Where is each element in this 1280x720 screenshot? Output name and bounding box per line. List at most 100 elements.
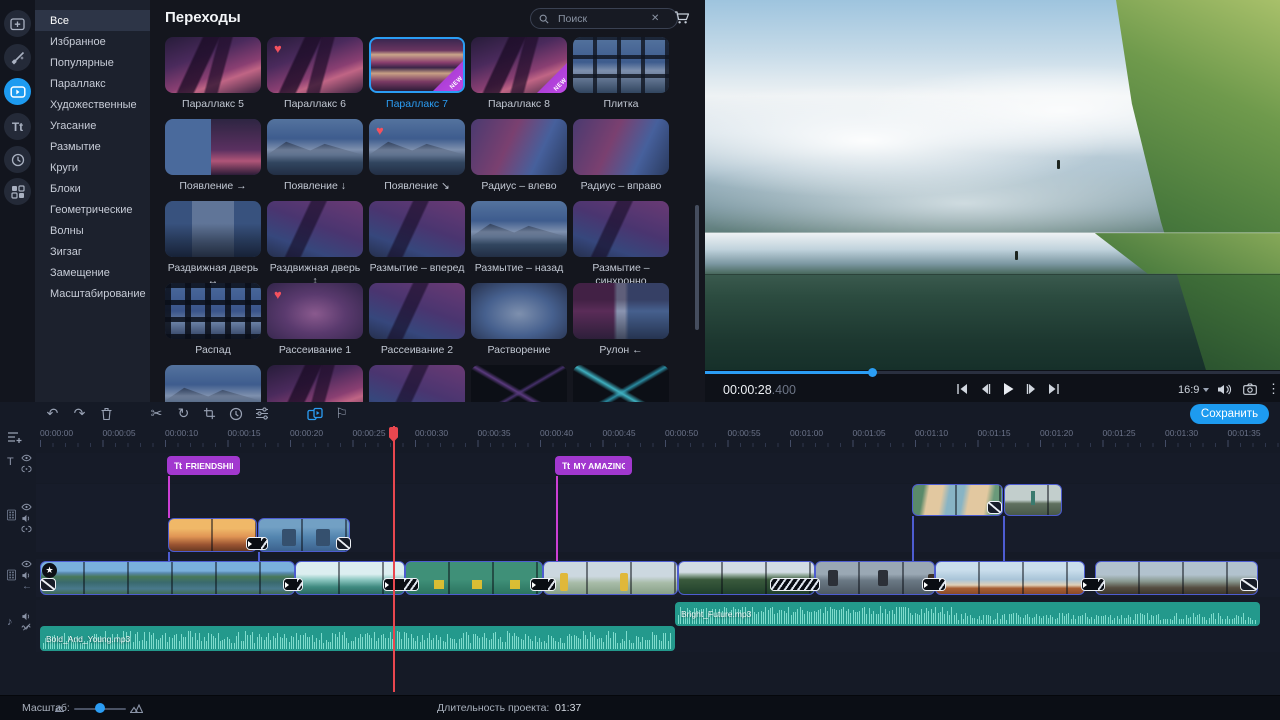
transition-tile[interactable]: NEWПараллакс 8: [471, 37, 567, 119]
transition-tile[interactable]: Раздвижная дверь ↔: [165, 201, 261, 283]
more-menu-icon[interactable]: ⋮: [1267, 381, 1280, 397]
aspect-ratio-dropdown[interactable]: 16:9: [1178, 384, 1209, 396]
transition-tile[interactable]: Появление →: [165, 119, 261, 201]
volume-icon[interactable]: [1217, 383, 1232, 396]
category-item[interactable]: Круги: [35, 157, 150, 178]
transition-indicator[interactable]: [1240, 578, 1258, 591]
audio-clip[interactable]: Bold_And_Young.mp3: [40, 626, 675, 651]
transition-indicator[interactable]: [530, 578, 556, 591]
transition-tile[interactable]: Распад: [165, 283, 261, 365]
category-item[interactable]: Волны: [35, 220, 150, 241]
trash-icon[interactable]: [98, 405, 115, 422]
video-clip[interactable]: [40, 561, 295, 595]
preview-progress-bar[interactable]: [705, 371, 1280, 374]
transition-wizard-icon[interactable]: [306, 405, 323, 422]
category-item[interactable]: Параллакс: [35, 73, 150, 94]
transition-tile[interactable]: [471, 365, 567, 402]
category-item[interactable]: Избранное: [35, 31, 150, 52]
skip-start-icon[interactable]: [955, 382, 969, 396]
transition-tile[interactable]: ♥Появление ↘: [369, 119, 465, 201]
transition-tile[interactable]: NEWПараллакс 7: [369, 37, 465, 119]
video-clip[interactable]: [815, 561, 935, 595]
category-item[interactable]: Блоки: [35, 178, 150, 199]
activity-filters-button[interactable]: [4, 44, 31, 71]
prev-frame-icon[interactable]: [978, 382, 992, 396]
eye-icon[interactable]: [21, 454, 32, 462]
category-item[interactable]: Угасание: [35, 115, 150, 136]
transition-tile[interactable]: Размытие – синхронно: [573, 201, 669, 283]
progress-knob[interactable]: [868, 368, 877, 377]
playhead[interactable]: [393, 426, 395, 692]
transition-tile[interactable]: Радиус – влево: [471, 119, 567, 201]
properties-sliders-icon[interactable]: [253, 405, 270, 422]
category-item[interactable]: Замещение: [35, 262, 150, 283]
transition-indicator[interactable]: [987, 501, 1002, 514]
transition-tile[interactable]: [573, 365, 669, 402]
transition-indicator[interactable]: [283, 578, 303, 591]
transition-tile[interactable]: ♥Параллакс 6: [267, 37, 363, 119]
undo-icon[interactable]: ↶: [44, 405, 61, 422]
transition-tile[interactable]: Размытие – вперед: [369, 201, 465, 283]
snapshot-camera-icon[interactable]: [1243, 383, 1257, 395]
category-item[interactable]: Зигзаг: [35, 241, 150, 262]
marker-flag-icon[interactable]: ⚐: [333, 405, 350, 422]
mute-wave-icon[interactable]: [21, 623, 32, 631]
transition-tile[interactable]: [267, 365, 363, 402]
transition-tile[interactable]: Размытие – назад: [471, 201, 567, 283]
transition-tile[interactable]: Плитка: [573, 37, 669, 119]
transition-tile[interactable]: Параллакс 5: [165, 37, 261, 119]
transition-tile[interactable]: Рассеивание 2: [369, 283, 465, 365]
category-item[interactable]: Художественные: [35, 94, 150, 115]
transition-indicator[interactable]: [246, 537, 268, 550]
add-track-icon[interactable]: [6, 428, 23, 445]
transition-indicator[interactable]: [383, 578, 419, 591]
save-button[interactable]: Сохранить: [1190, 404, 1269, 424]
next-frame-icon[interactable]: [1024, 382, 1038, 396]
search-box[interactable]: ✕: [530, 8, 678, 29]
category-item[interactable]: Геометрические: [35, 199, 150, 220]
overlay-clip[interactable]: [1004, 484, 1062, 516]
transition-indicator[interactable]: [922, 578, 946, 591]
video-clip[interactable]: [405, 561, 543, 595]
video-clip[interactable]: [1095, 561, 1258, 595]
transition-tile[interactable]: Появление ↓: [267, 119, 363, 201]
link-icon[interactable]: [21, 525, 32, 533]
text-clip[interactable]: TtFRIENDSHIP: [167, 456, 240, 475]
video-clip[interactable]: [935, 561, 1085, 595]
audio-clip[interactable]: Bright_Future.mp3: [675, 602, 1260, 626]
activity-titles-button[interactable]: Tt: [4, 113, 31, 140]
zoom-slider-knob[interactable]: [95, 703, 105, 713]
transition-tile[interactable]: Раздвижная дверь ↕: [267, 201, 363, 283]
transition-tile[interactable]: [165, 365, 261, 402]
main-video-track[interactable]: [40, 561, 1260, 595]
search-input[interactable]: [556, 12, 644, 26]
transition-tile[interactable]: [369, 365, 465, 402]
transition-tile[interactable]: ♥Рассеивание 1: [267, 283, 363, 365]
transition-tile[interactable]: Радиус – вправо: [573, 119, 669, 201]
category-item[interactable]: Масштабирование: [35, 283, 150, 304]
link-icon[interactable]: [21, 465, 32, 473]
play-icon[interactable]: [1001, 382, 1015, 396]
activity-stickers-button[interactable]: [4, 146, 31, 173]
speaker-icon[interactable]: [21, 571, 31, 580]
text-clip[interactable]: TtMY AMAZING: [555, 456, 632, 475]
speaker-icon[interactable]: [21, 514, 31, 523]
crop-icon[interactable]: [201, 405, 218, 422]
eye-icon[interactable]: [21, 503, 32, 511]
transition-indicator[interactable]: [336, 537, 351, 550]
overlay-clip[interactable]: [168, 518, 257, 552]
arrow-left-icon[interactable]: ←: [22, 582, 32, 592]
clip-speed-icon[interactable]: [227, 405, 244, 422]
speaker-icon[interactable]: [21, 612, 31, 621]
transition-indicator[interactable]: [40, 578, 56, 591]
transition-tile[interactable]: Растворение: [471, 283, 567, 365]
redo-icon[interactable]: ↷: [71, 405, 88, 422]
rotate-icon[interactable]: ↻: [175, 405, 192, 422]
store-cart-icon[interactable]: [674, 10, 690, 25]
zoom-out-icon[interactable]: [55, 705, 64, 712]
video-clip[interactable]: [543, 561, 678, 595]
activity-more-tools-button[interactable]: [4, 178, 31, 205]
eye-icon[interactable]: [21, 560, 32, 568]
zoom-in-icon[interactable]: [130, 704, 143, 713]
transition-tile[interactable]: Рулон ←: [573, 283, 669, 365]
